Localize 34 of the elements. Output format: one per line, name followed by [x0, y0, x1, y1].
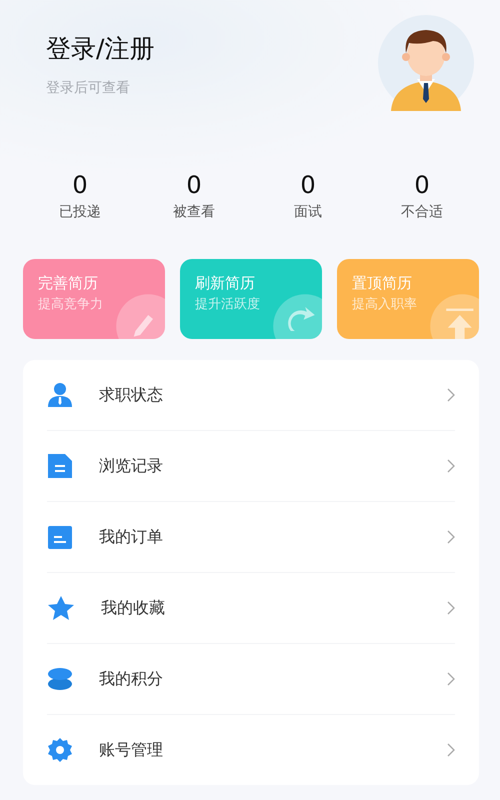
card-title: 置顶简历	[352, 273, 413, 293]
menu-item[interactable]: 我的订单	[99, 526, 447, 548]
login-hint: 登录后可查看	[46, 79, 131, 97]
coins-icon	[47, 667, 73, 691]
stat-count[interactable]: 0	[186, 171, 202, 199]
chevron-icon	[447, 743, 455, 757]
chevron-icon	[447, 388, 455, 402]
card-subtitle: 提升活跃度	[195, 296, 261, 313]
chevron-icon	[447, 672, 455, 686]
chevron-icon	[447, 459, 455, 473]
settings-icon	[47, 737, 73, 763]
menu-item[interactable]: 求职状态	[99, 384, 447, 406]
chevron-icon	[447, 530, 455, 544]
menu-item[interactable]: 账号管理	[99, 740, 447, 760]
stat-count[interactable]: 0	[300, 171, 316, 199]
card-title: 完善简历	[38, 273, 99, 293]
card-title: 刷新简历	[195, 273, 256, 293]
chevron-icon	[447, 601, 455, 615]
card-subtitle: 提高入职率	[352, 296, 418, 313]
menu-item[interactable]: 我的收藏	[101, 598, 447, 618]
stat-count[interactable]: 0	[72, 171, 88, 199]
stat-label[interactable]: 被查看	[173, 203, 215, 221]
stat-label[interactable]: 已投递	[59, 203, 101, 221]
clipboard-icon	[47, 524, 73, 550]
star-icon	[47, 595, 75, 621]
login-title[interactable]: 登录/注册	[46, 33, 154, 65]
stat-label[interactable]: 面试	[294, 203, 322, 221]
person-icon	[47, 382, 73, 408]
menu-item[interactable]: 我的积分	[99, 668, 447, 690]
stat-label[interactable]: 不合适	[401, 203, 443, 221]
menu-item[interactable]: 浏览记录	[99, 456, 447, 476]
document-icon	[47, 453, 73, 479]
stat-count[interactable]: 0	[414, 171, 430, 199]
card-subtitle: 提高竞争力	[38, 296, 104, 313]
